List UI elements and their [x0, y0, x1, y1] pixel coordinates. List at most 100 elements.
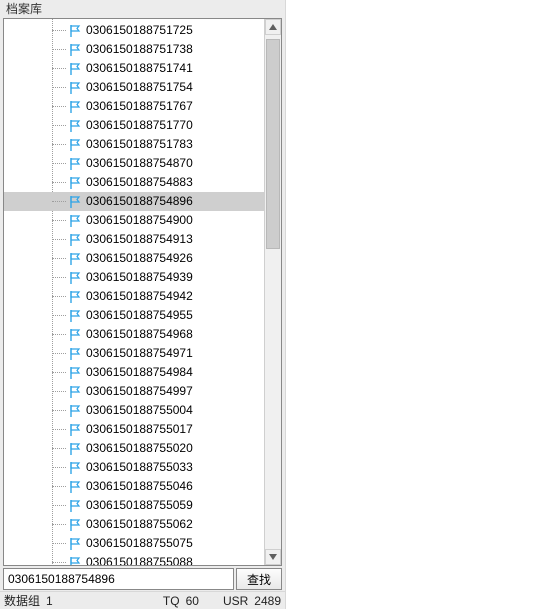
tree-connector [52, 467, 66, 468]
tree-row[interactable]: 0306150188751725 [4, 21, 281, 40]
tree-row-label: 0306150188755062 [86, 515, 199, 534]
tree-connector [52, 144, 66, 145]
tree-row[interactable]: 0306150188754896 [4, 192, 281, 211]
tree-connector [52, 239, 66, 240]
tree-row[interactable]: 0306150188755004 [4, 401, 281, 420]
tree-row[interactable]: 0306150188754968 [4, 325, 281, 344]
tree-row[interactable]: 0306150188751754 [4, 78, 281, 97]
flag-icon [68, 290, 82, 304]
search-button[interactable]: 查找 [236, 568, 282, 590]
tree-row-label: 0306150188754926 [86, 249, 199, 268]
tree-connector [52, 296, 66, 297]
tree-row[interactable]: 0306150188754971 [4, 344, 281, 363]
tree-row[interactable]: 0306150188755017 [4, 420, 281, 439]
tree-connector [52, 182, 66, 183]
flag-icon [68, 24, 82, 38]
tree-row[interactable]: 0306150188751767 [4, 97, 281, 116]
vertical-scrollbar[interactable] [264, 19, 281, 565]
tree-row-label: 0306150188755059 [86, 496, 199, 515]
tree-row-label: 0306150188754870 [86, 154, 199, 173]
chevron-up-icon [269, 24, 277, 30]
tree-connector [52, 543, 66, 544]
flag-icon [68, 404, 82, 418]
tree-row[interactable]: 0306150188751741 [4, 59, 281, 78]
tree-row[interactable]: 0306150188754883 [4, 173, 281, 192]
tree-row[interactable]: 0306150188754984 [4, 363, 281, 382]
tree-connector [52, 106, 66, 107]
tree-row[interactable]: 0306150188751738 [4, 40, 281, 59]
tree-row[interactable]: 0306150188755075 [4, 534, 281, 553]
flag-icon [68, 43, 82, 57]
tree-row-label: 0306150188751741 [86, 59, 199, 78]
flag-icon [68, 328, 82, 342]
tree-connector [52, 562, 66, 563]
flag-icon [68, 442, 82, 456]
tree-connector [52, 353, 66, 354]
status-tq-label: TQ [163, 594, 180, 608]
tree-connector [52, 410, 66, 411]
flag-icon [68, 157, 82, 171]
tree-row[interactable]: 0306150188754913 [4, 230, 281, 249]
tree-row[interactable]: 0306150188751770 [4, 116, 281, 135]
tree-row-label: 0306150188755046 [86, 477, 199, 496]
flag-icon [68, 518, 82, 532]
tree-row[interactable]: 0306150188755020 [4, 439, 281, 458]
tree-row-label: 0306150188754942 [86, 287, 199, 306]
tree-row[interactable]: 0306150188754939 [4, 268, 281, 287]
tree-row[interactable]: 0306150188754900 [4, 211, 281, 230]
flag-icon [68, 195, 82, 209]
tree-connector [52, 277, 66, 278]
tree-row-label: 0306150188751725 [86, 21, 199, 40]
tree-connector [52, 87, 66, 88]
flag-icon [68, 100, 82, 114]
scroll-up-button[interactable] [265, 19, 281, 35]
tree-connector [52, 201, 66, 202]
scrollbar-thumb[interactable] [266, 39, 280, 249]
tree-row[interactable]: 0306150188755033 [4, 458, 281, 477]
tree-connector [52, 448, 66, 449]
flag-icon [68, 119, 82, 133]
tree-view[interactable]: 0306150188751725030615018875173803061501… [3, 18, 282, 566]
flag-icon [68, 385, 82, 399]
status-usr-value: 2489 [254, 594, 281, 608]
tree-connector [52, 486, 66, 487]
tree-connector [52, 505, 66, 506]
tree-row[interactable]: 0306150188754870 [4, 154, 281, 173]
tree-connector [52, 429, 66, 430]
tree-row-label: 0306150188751754 [86, 78, 199, 97]
tree-row-label: 0306150188754997 [86, 382, 199, 401]
tree-row[interactable]: 0306150188755088 [4, 553, 281, 565]
tree-connector [52, 49, 66, 50]
scroll-down-button[interactable] [265, 549, 281, 565]
status-bar: 数据组 1 TQ 60 USR 2489 [0, 591, 285, 609]
tree-connector [52, 30, 66, 31]
tree-connector [52, 524, 66, 525]
search-input[interactable] [3, 568, 234, 590]
tree-row-label: 0306150188754971 [86, 344, 199, 363]
tree-connector [52, 220, 66, 221]
tree-row[interactable]: 0306150188755046 [4, 477, 281, 496]
flag-icon [68, 461, 82, 475]
flag-icon [68, 423, 82, 437]
flag-icon [68, 309, 82, 323]
tree-row[interactable]: 0306150188754942 [4, 287, 281, 306]
tree-row[interactable]: 0306150188755059 [4, 496, 281, 515]
search-bar: 查找 [3, 568, 282, 590]
tree-connector [52, 258, 66, 259]
scrollbar-track[interactable] [265, 35, 281, 549]
tree-row-label: 0306150188755075 [86, 534, 199, 553]
tree-row[interactable]: 0306150188754997 [4, 382, 281, 401]
tree-row-label: 0306150188755004 [86, 401, 199, 420]
tree-row-label: 0306150188754900 [86, 211, 199, 230]
tree-row-label: 0306150188751770 [86, 116, 199, 135]
tree-row[interactable]: 0306150188754955 [4, 306, 281, 325]
tree-row-label: 0306150188755033 [86, 458, 199, 477]
tree-row[interactable]: 0306150188754926 [4, 249, 281, 268]
tree-row-label: 0306150188755020 [86, 439, 199, 458]
flag-icon [68, 176, 82, 190]
flag-icon [68, 252, 82, 266]
tree-connector [52, 372, 66, 373]
tree-row[interactable]: 0306150188755062 [4, 515, 281, 534]
tree-row[interactable]: 0306150188751783 [4, 135, 281, 154]
chevron-down-icon [269, 554, 277, 560]
